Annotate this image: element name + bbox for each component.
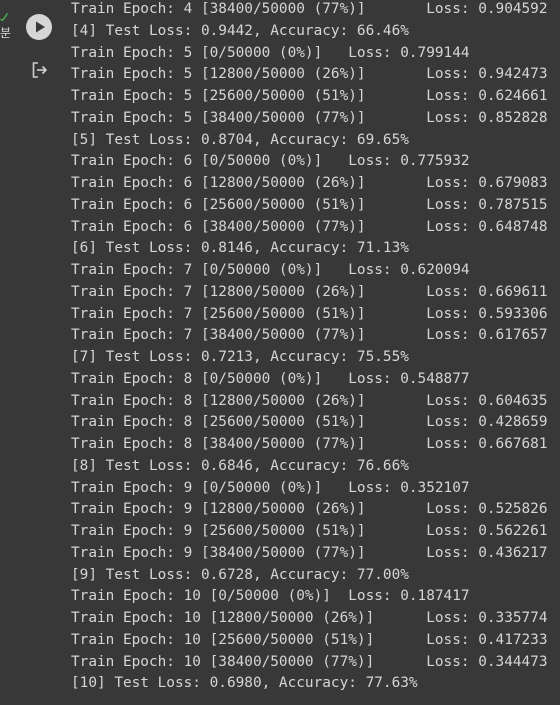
output-line: [4] Test Loss: 0.9442, Accuracy: 66.46% bbox=[71, 22, 409, 39]
output-line: Train Epoch: 9 [0/50000 (0%)] Loss: 0.35… bbox=[71, 479, 470, 496]
notebook-cell-output-area: 분 Train Epoch: 4 [38400/50000 (77%)] Los… bbox=[0, 0, 560, 705]
output-exit-button[interactable] bbox=[30, 60, 50, 80]
cell-gutter: 분 bbox=[0, 0, 62, 705]
output-exit-icon bbox=[32, 62, 48, 78]
output-line: [7] Test Loss: 0.7213, Accuracy: 75.55% bbox=[71, 349, 409, 365]
output-line: Train Epoch: 7 [38400/50000 (77%)] Loss:… bbox=[71, 327, 548, 344]
cell-output-text: Train Epoch: 4 [38400/50000 (77%)] Loss:… bbox=[71, 0, 560, 695]
output-line: Train Epoch: 9 [25600/50000 (51%)] Loss:… bbox=[71, 523, 548, 539]
check-icon bbox=[0, 8, 9, 22]
output-line: Train Epoch: 4 [38400/50000 (77%)] Loss:… bbox=[71, 1, 548, 17]
output-line: Train Epoch: 6 [12800/50000 (26%)] Loss:… bbox=[71, 175, 548, 191]
output-line: Train Epoch: 8 [0/50000 (0%)] Loss: 0.54… bbox=[71, 370, 470, 387]
output-line: [10] Test Loss: 0.6980, Accuracy: 77.63% bbox=[71, 675, 418, 692]
output-line: Train Epoch: 7 [0/50000 (0%)] Loss: 0.62… bbox=[71, 262, 470, 278]
output-line: [5] Test Loss: 0.8704, Accuracy: 69.65% bbox=[71, 131, 409, 148]
output-line: Train Epoch: 7 [12800/50000 (26%)] Loss:… bbox=[71, 283, 548, 300]
output-line: Train Epoch: 6 [0/50000 (0%)] Loss: 0.77… bbox=[71, 153, 470, 170]
output-line: Train Epoch: 5 [38400/50000 (77%)] Loss:… bbox=[71, 109, 548, 126]
run-cell-button[interactable] bbox=[26, 14, 52, 40]
execution-time-label: 분 bbox=[0, 26, 12, 40]
output-line: Train Epoch: 10 [12800/50000 (26%)] Loss… bbox=[71, 610, 548, 626]
output-line: [9] Test Loss: 0.6728, Accuracy: 77.00% bbox=[71, 566, 409, 583]
output-line: Train Epoch: 9 [12800/50000 (26%)] Loss:… bbox=[71, 501, 548, 518]
play-icon bbox=[36, 21, 45, 33]
output-line: [6] Test Loss: 0.8146, Accuracy: 71.13% bbox=[71, 240, 409, 257]
output-line: Train Epoch: 6 [38400/50000 (77%)] Loss:… bbox=[71, 218, 548, 235]
output-line: Train Epoch: 8 [38400/50000 (77%)] Loss:… bbox=[71, 436, 548, 452]
output-line: Train Epoch: 5 [0/50000 (0%)] Loss: 0.79… bbox=[71, 44, 470, 61]
output-line: Train Epoch: 8 [12800/50000 (26%)] Loss:… bbox=[71, 392, 548, 409]
output-line: Train Epoch: 7 [25600/50000 (51%)] Loss:… bbox=[71, 305, 548, 322]
output-line: Train Epoch: 5 [25600/50000 (51%)] Loss:… bbox=[71, 88, 548, 104]
output-line: Train Epoch: 10 [0/50000 (0%)] Loss: 0.1… bbox=[71, 588, 470, 605]
output-line: Train Epoch: 8 [25600/50000 (51%)] Loss:… bbox=[71, 414, 548, 431]
output-line: Train Epoch: 9 [38400/50000 (77%)] Loss:… bbox=[71, 544, 548, 561]
output-line: [8] Test Loss: 0.6846, Accuracy: 76.66% bbox=[71, 457, 409, 474]
output-line: Train Epoch: 5 [12800/50000 (26%)] Loss:… bbox=[71, 66, 548, 83]
output-line: Train Epoch: 6 [25600/50000 (51%)] Loss:… bbox=[71, 196, 548, 213]
output-line: Train Epoch: 10 [25600/50000 (51%)] Loss… bbox=[71, 631, 548, 648]
output-line: Train Epoch: 10 [38400/50000 (77%)] Loss… bbox=[71, 653, 548, 670]
